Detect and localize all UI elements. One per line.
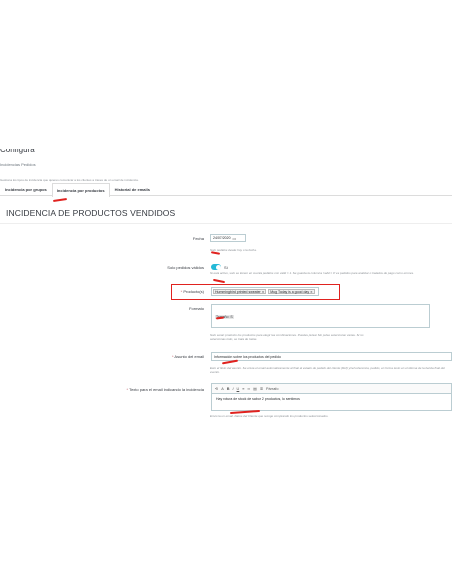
solo-validos-help: Si esta activo, solo se tienen en cuenta… (210, 271, 414, 275)
italic-icon[interactable]: I (232, 387, 233, 391)
font-color-icon[interactable]: A (221, 387, 224, 391)
asunto-help: Esto el titulo del asunto. Se envia el e… (210, 366, 445, 374)
table-icon[interactable]: ▤ (253, 386, 257, 391)
solo-validos-switch[interactable] (211, 264, 221, 270)
page-title: Configura (0, 149, 35, 154)
underline-icon[interactable]: U (237, 387, 240, 391)
productos-label: * Producto(s) (180, 289, 204, 294)
product-tag[interactable]: Hummingbird printed sweater ✕ (213, 289, 267, 294)
formato-label: Formato (189, 306, 204, 311)
asunto-input[interactable]: Información sobre los productos del pedi… (211, 352, 452, 361)
tab-historial-emails[interactable]: Historial de emails (110, 183, 155, 195)
module-description: Gestiona los tipos de incidencia que qui… (0, 178, 139, 182)
tab-incidencia-productos[interactable]: Incidencia por productos (51, 183, 110, 197)
asunto-label: * Asunto del email (171, 354, 204, 359)
editor-body[interactable]: Hay rotura de stock de sabor 2 productos… (211, 393, 452, 411)
fecha-input[interactable]: 24/07/2020 ▭ (210, 234, 246, 242)
section-title: INCIDENCIA DE PRODUCTOS VENDIDOS (6, 208, 176, 218)
texto-label: * Texto para el email indicando la incid… (126, 387, 204, 392)
texto-help: Envio la un email. Datos del Cliente que… (210, 414, 329, 418)
align-icon[interactable]: ≡ (242, 387, 244, 391)
remove-icon[interactable]: ✕ (262, 290, 265, 294)
tab-bar: Incidencia por grupos Incidencia por pro… (0, 183, 452, 197)
remove-icon[interactable]: ✕ (310, 290, 313, 294)
solo-validos-value: Sí (224, 264, 228, 270)
formato-help: Solo serán producto los productos para e… (210, 333, 364, 341)
formato-input[interactable]: Tamaño: S (211, 304, 430, 328)
solo-validos-switch-wrap: Sí (211, 264, 228, 270)
annotation-mark (52, 198, 68, 202)
annotation-mark (212, 278, 226, 284)
fecha-help: Solo pedidos desde hoy o la fecha. (210, 248, 257, 252)
product-tag[interactable]: Mug Today is a good day ✕ (268, 289, 315, 294)
editor-toolbar: ⟲ A B I U ≡ ∞ ▤ ≣ Párrafo (211, 383, 452, 393)
fecha-label: Fecha (192, 236, 204, 241)
page-subtitle: Incidencias Pedidos (0, 162, 36, 167)
productos-input[interactable]: Hummingbird printed sweater ✕ Mug Today i… (211, 287, 319, 296)
undo-icon[interactable]: ⟲ (215, 386, 218, 391)
calendar-icon: ▭ (232, 235, 237, 241)
solo-validos-label: Solo pedidos válidos (167, 265, 204, 270)
annotation-mark (210, 251, 221, 255)
tab-incidencia-grupos[interactable]: Incidencia por grupos (0, 183, 52, 195)
paragraph-select[interactable]: Párrafo (266, 387, 278, 391)
bold-icon[interactable]: B (227, 387, 230, 391)
list-icon[interactable]: ≣ (260, 386, 263, 391)
link-icon[interactable]: ∞ (248, 387, 251, 391)
section-divider (0, 223, 452, 224)
